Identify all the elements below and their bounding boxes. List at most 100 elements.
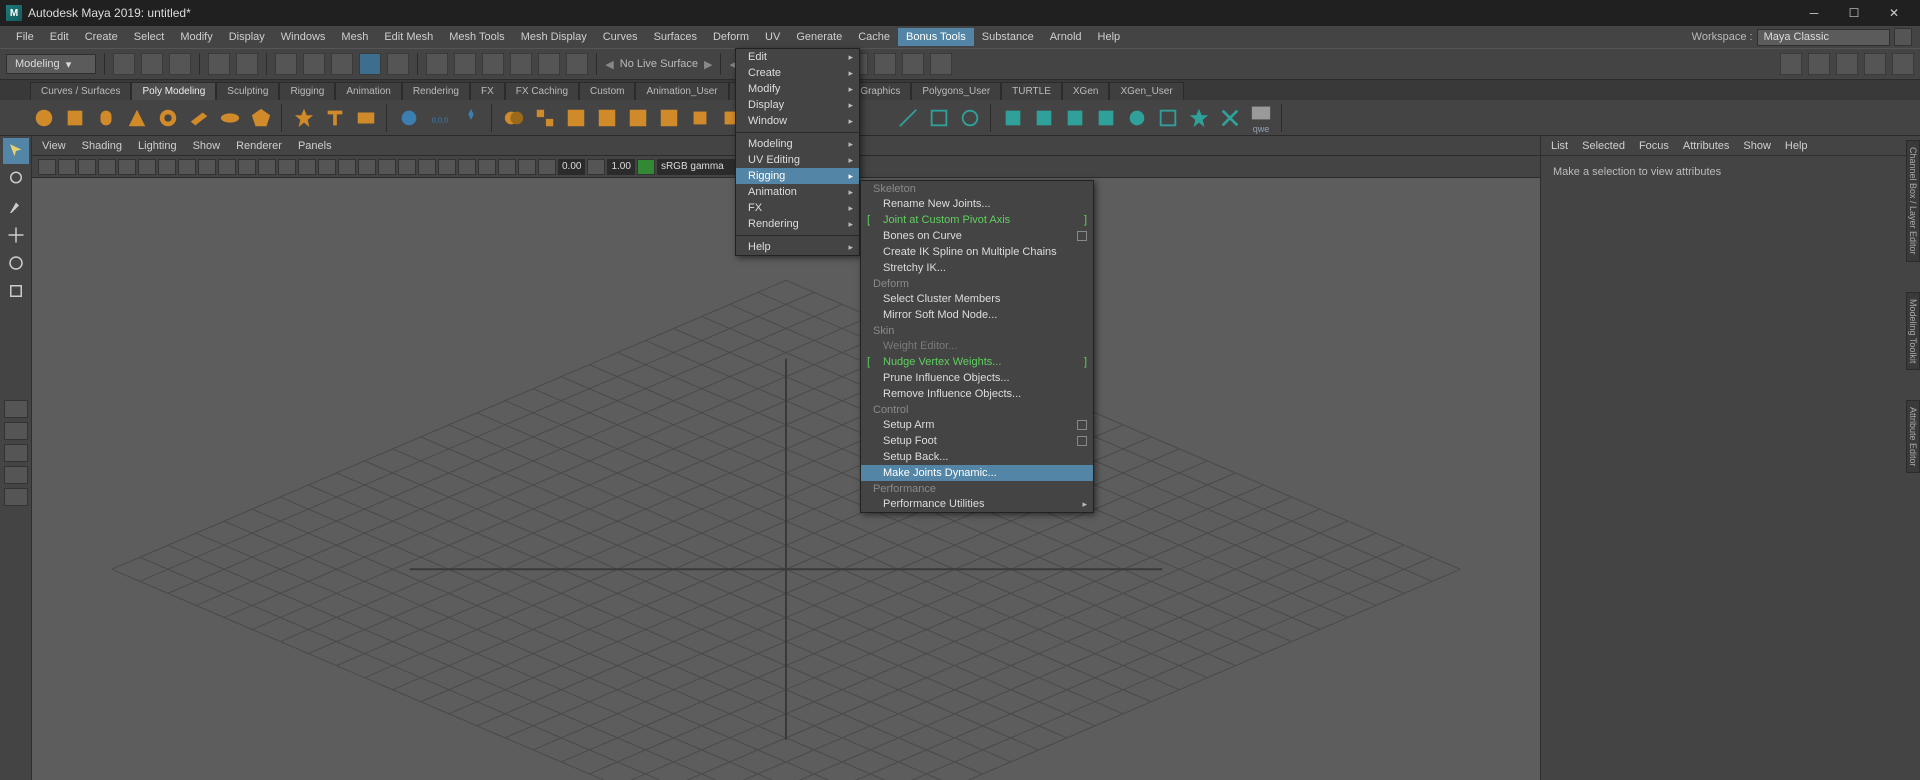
grid-icon[interactable] (158, 159, 176, 175)
gamma-field[interactable]: 1.00 (607, 159, 634, 175)
select-mask-icon[interactable] (275, 53, 297, 75)
select-mask-icon-2[interactable] (303, 53, 325, 75)
snap-point-icon[interactable] (482, 53, 504, 75)
rigging-item-mirror-soft-mod-node[interactable]: Mirror Soft Mod Node... (861, 307, 1093, 323)
bonus-menu-help[interactable]: Help (736, 239, 859, 255)
aa-icon[interactable] (438, 159, 456, 175)
select-mask-icon-4[interactable] (387, 53, 409, 75)
snap-plane-icon[interactable] (510, 53, 532, 75)
shelf-tab-rigging[interactable]: Rigging (279, 82, 335, 100)
shelf-tab-xgen_user[interactable]: XGen_User (1109, 82, 1183, 100)
toggle-panel-icon-1[interactable] (1780, 53, 1802, 75)
edge-tool-icon[interactable] (894, 104, 922, 132)
poly-svg-icon[interactable] (352, 104, 380, 132)
menu-help[interactable]: Help (1090, 28, 1129, 46)
motion-blur-icon[interactable] (418, 159, 436, 175)
menu-mesh[interactable]: Mesh (333, 28, 376, 46)
dof-icon[interactable] (458, 159, 476, 175)
boolean-union-icon[interactable] (593, 104, 621, 132)
smooth-shade-icon[interactable] (318, 159, 336, 175)
combine-icon[interactable] (500, 104, 528, 132)
2d-pan-icon[interactable] (118, 159, 136, 175)
panel-layout-2[interactable] (4, 444, 28, 462)
shelf-tab-sculpting[interactable]: Sculpting (216, 82, 279, 100)
bonus-menu-display[interactable]: Display (736, 97, 859, 113)
shelf-tab-turtle[interactable]: TURTLE (1001, 82, 1062, 100)
undo-icon[interactable] (208, 53, 230, 75)
textured-icon[interactable] (338, 159, 356, 175)
panel-menu-renderer[interactable]: Renderer (236, 140, 282, 152)
boolean-intersect-icon[interactable] (655, 104, 683, 132)
panel-menu-shading[interactable]: Shading (82, 140, 122, 152)
separate-icon[interactable] (531, 104, 559, 132)
xray-icon[interactable] (498, 159, 516, 175)
ae-menu-attributes[interactable]: Attributes (1683, 140, 1729, 152)
close-button[interactable]: ✕ (1874, 0, 1914, 26)
shelf-tab-custom[interactable]: Custom (579, 82, 635, 100)
shelf-tab-fx[interactable]: FX (470, 82, 505, 100)
menu-uv[interactable]: UV (757, 28, 788, 46)
safe-action-icon[interactable] (258, 159, 276, 175)
poly-star-icon[interactable] (290, 104, 318, 132)
menu-display[interactable]: Display (221, 28, 273, 46)
multicut-icon[interactable] (925, 104, 953, 132)
redo-icon[interactable] (236, 53, 258, 75)
panel-menu-panels[interactable]: Panels (298, 140, 332, 152)
side-tab-modeling-toolkit[interactable]: Modeling Toolkit (1906, 292, 1920, 370)
wireframe-icon[interactable] (298, 159, 316, 175)
bonus-menu-window[interactable]: Window (736, 113, 859, 129)
rigging-item-rename-new-joints[interactable]: Rename New Joints... (861, 196, 1093, 212)
rotate-tool[interactable] (3, 250, 29, 276)
rigging-item-select-cluster-members[interactable]: Select Cluster Members (861, 291, 1093, 307)
side-tab-channel-box-layer-editor[interactable]: Channel Box / Layer Editor (1906, 140, 1920, 262)
film-gate-icon[interactable] (178, 159, 196, 175)
shelf-tab-poly-modeling[interactable]: Poly Modeling (131, 82, 216, 100)
scale-tool[interactable] (3, 278, 29, 304)
mash-create-icon[interactable] (999, 104, 1027, 132)
render-settings-icon[interactable] (930, 53, 952, 75)
workspace-lock-icon[interactable] (1894, 28, 1912, 46)
extrude-icon[interactable] (686, 104, 714, 132)
mash-x-icon[interactable] (1216, 104, 1244, 132)
snap-grid-icon[interactable] (426, 53, 448, 75)
color-mgmt-toggle[interactable] (637, 159, 655, 175)
poly-helix-icon[interactable]: 0,0,0 (426, 104, 454, 132)
bonus-menu-edit[interactable]: Edit (736, 49, 859, 65)
shelf-tab-animation_user[interactable]: Animation_User (635, 82, 728, 100)
snap-curve-icon[interactable] (454, 53, 476, 75)
camera-select-icon[interactable] (38, 159, 56, 175)
viewport[interactable] (32, 178, 1540, 780)
shelf-tab-curves-surfaces[interactable]: Curves / Surfaces (30, 82, 131, 100)
camera-lock-icon[interactable] (58, 159, 76, 175)
ae-menu-selected[interactable]: Selected (1582, 140, 1625, 152)
poly-gear-icon[interactable] (395, 104, 423, 132)
menu-file[interactable]: File (8, 28, 42, 46)
toggle-panel-icon-2[interactable] (1808, 53, 1830, 75)
exposure-field[interactable]: 0.00 (558, 159, 585, 175)
ao-icon[interactable] (398, 159, 416, 175)
poly-platonic-icon[interactable] (247, 104, 275, 132)
image-plane-icon[interactable] (98, 159, 116, 175)
lights-icon[interactable] (358, 159, 376, 175)
move-tool[interactable] (3, 222, 29, 248)
shelf-tab-xgen[interactable]: XGen (1062, 82, 1110, 100)
panel-menu-lighting[interactable]: Lighting (138, 140, 177, 152)
new-scene-icon[interactable] (113, 53, 135, 75)
panel-menu-show[interactable]: Show (193, 140, 221, 152)
rigging-item-joint-at-custom-pivot-axis[interactable]: Joint at Custom Pivot Axis[] (861, 212, 1093, 228)
smooth-icon[interactable] (562, 104, 590, 132)
resolution-gate-icon[interactable] (198, 159, 216, 175)
menu-arnold[interactable]: Arnold (1042, 28, 1090, 46)
isolate-icon[interactable] (478, 159, 496, 175)
menu-cache[interactable]: Cache (850, 28, 898, 46)
mash-cube-icon[interactable] (1092, 104, 1120, 132)
safe-title-icon[interactable] (278, 159, 296, 175)
rigging-item-nudge-vertex-weights[interactable]: Nudge Vertex Weights...[] (861, 354, 1093, 370)
snap-live-icon[interactable] (538, 53, 560, 75)
open-scene-icon[interactable] (141, 53, 163, 75)
rigging-item-make-joints-dynamic[interactable]: Make Joints Dynamic... (861, 465, 1093, 481)
snap-view-icon[interactable] (566, 53, 588, 75)
side-tab-attribute-editor[interactable]: Attribute Editor (1906, 400, 1920, 474)
maximize-button[interactable]: ☐ (1834, 0, 1874, 26)
mash-node-icon[interactable] (1061, 104, 1089, 132)
